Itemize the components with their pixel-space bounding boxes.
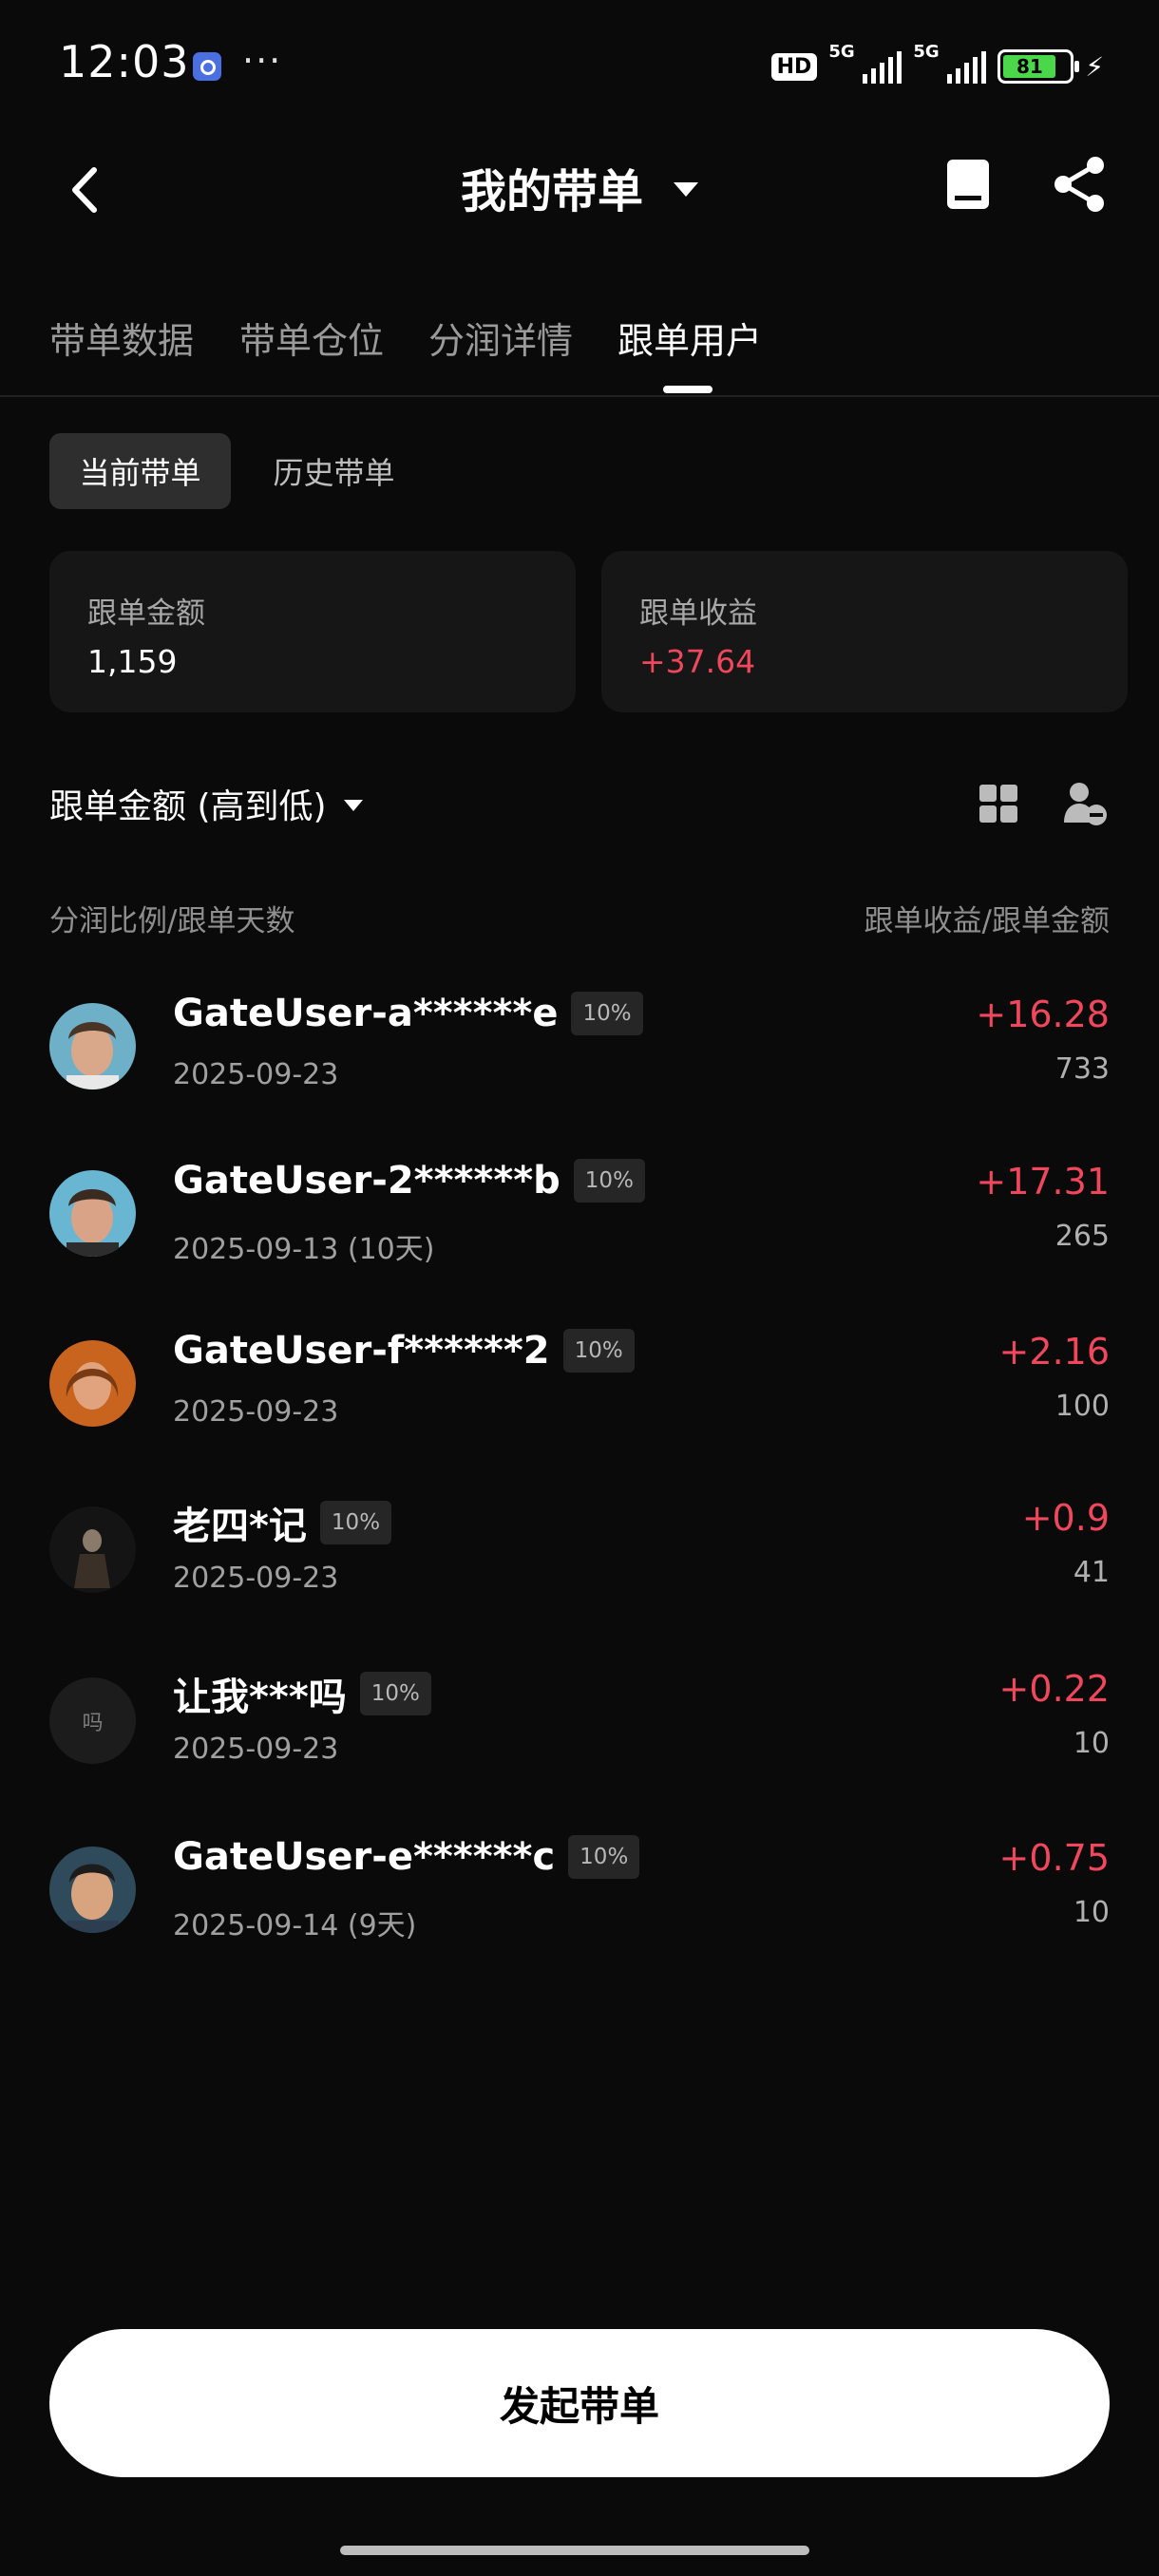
grid-icon [979, 785, 1017, 823]
profit-share-badge: 10% [319, 1501, 392, 1544]
tab-bar: 带单数据 带单仓位 分润详情 跟单用户 [0, 302, 1159, 397]
follower-row[interactable]: GateUser-a******e 10% 2025-09-23 +16.28 … [0, 978, 1159, 1121]
follower-amount: 10 [1073, 1896, 1110, 1929]
sort-label: 跟单金额 (高到低) [49, 787, 327, 826]
battery-icon: 81 [998, 49, 1080, 84]
follower-amount: 733 [1054, 1052, 1110, 1086]
tab-order-data[interactable]: 带单数据 [49, 312, 194, 364]
network-label: 5G [828, 42, 855, 62]
tab-order-positions[interactable]: 带单仓位 [239, 312, 384, 364]
profit-share-badge: 10% [359, 1672, 431, 1715]
charging-icon: ⚡ [1085, 50, 1104, 83]
follower-row[interactable]: GateUser-f******2 10% 2025-09-23 +2.16 1… [0, 1316, 1159, 1458]
follower-profit: +17.31 [976, 1161, 1110, 1203]
follower-name: GateUser-2******b [173, 1159, 560, 1203]
caret-down-icon [343, 800, 363, 811]
signal-icon: 5G [828, 42, 902, 84]
share-button[interactable] [1050, 154, 1111, 215]
top-navigation-bar: 我的带单 [0, 142, 1159, 237]
notification-app-icon [193, 52, 221, 81]
avatar: 吗 [49, 1677, 136, 1764]
follow-date: 2025-09-23 [173, 1058, 339, 1091]
sort-dropdown[interactable]: 跟单金额 (高到低) [49, 779, 363, 828]
follower-profit: +0.75 [998, 1837, 1110, 1879]
copy-amount-value: 1,159 [87, 643, 178, 680]
guide-book-button[interactable] [943, 156, 993, 213]
avatar [49, 1506, 136, 1593]
follow-date: 2025-09-23 [173, 1395, 339, 1429]
book-icon [947, 160, 989, 209]
follower-row[interactable]: GateUser-2******b 10% 2025-09-13 (10天) +… [0, 1146, 1159, 1288]
follower-amount: 100 [1054, 1390, 1110, 1423]
follower-name: GateUser-e******c [173, 1835, 556, 1879]
more-notifications-icon: ··· [242, 40, 283, 82]
page-title: 我的带单 [460, 165, 643, 218]
status-indicators: HD 5G 5G 81 ⚡ [770, 42, 1104, 87]
tab-profit-share-details[interactable]: 分润详情 [428, 312, 573, 364]
follower-amount: 41 [1073, 1556, 1110, 1589]
copy-amount-card: 跟单金额 1,159 [49, 551, 576, 712]
grid-view-button[interactable] [978, 784, 1018, 824]
user-remove-icon [1064, 783, 1107, 825]
follow-date: 2025-09-23 [173, 1733, 339, 1766]
segment-current-orders[interactable]: 当前带单 [49, 433, 231, 509]
copy-profit-value: +37.64 [639, 643, 756, 680]
copy-amount-label: 跟单金额 [87, 597, 205, 631]
avatar [49, 1340, 136, 1427]
column-header-left: 分润比例/跟单天数 [49, 904, 295, 938]
follower-name: GateUser-a******e [173, 992, 559, 1035]
follower-name: GateUser-f******2 [173, 1329, 550, 1373]
copy-profit-label: 跟单收益 [639, 597, 757, 631]
follower-amount: 265 [1054, 1220, 1110, 1253]
follower-row[interactable]: GateUser-e******c 10% 2025-09-14 (9天) +0… [0, 1822, 1159, 1964]
avatar [49, 1847, 136, 1933]
home-indicator[interactable] [340, 2546, 809, 2555]
share-icon [1054, 157, 1104, 212]
segment-history-orders[interactable]: 历史带单 [251, 433, 417, 509]
follower-name: 老四*记 [173, 1505, 307, 1548]
follower-profit: +0.9 [1021, 1497, 1110, 1539]
status-time: 12:03 [59, 36, 190, 87]
signal-icon-2: 5G [913, 42, 987, 84]
profit-share-badge: 10% [568, 1835, 640, 1879]
profit-share-badge: 10% [573, 1159, 645, 1203]
network-label-2: 5G [913, 42, 940, 62]
follower-name: 让我***吗 [173, 1676, 347, 1719]
follower-row[interactable]: 吗 让我***吗 10% 2025-09-23 +0.22 10 [0, 1653, 1159, 1795]
avatar [49, 1003, 136, 1089]
profit-share-badge: 10% [571, 992, 643, 1035]
status-bar: 12:03 ··· HD 5G 5G 81 ⚡ [0, 0, 1159, 133]
caret-down-icon [674, 181, 698, 197]
remove-follower-button[interactable] [1062, 781, 1108, 826]
tab-followers[interactable]: 跟单用户 [618, 312, 762, 364]
follow-date: 2025-09-14 (9天) [173, 1909, 417, 1942]
follower-profit: +16.28 [976, 994, 1110, 1035]
battery-level: 81 [1003, 55, 1056, 78]
follower-row[interactable]: 老四*记 10% 2025-09-23 +0.9 41 [0, 1482, 1159, 1624]
copy-profit-card: 跟单收益 +37.64 [601, 551, 1128, 712]
follower-profit: +0.22 [998, 1668, 1110, 1710]
start-copy-trading-button[interactable]: 发起带单 [49, 2329, 1110, 2477]
follow-date: 2025-09-23 [173, 1562, 339, 1595]
active-tab-indicator [663, 386, 712, 393]
follower-amount: 10 [1073, 1727, 1110, 1760]
column-header-right: 跟单收益/跟单金额 [864, 904, 1110, 938]
profit-share-badge: 10% [562, 1329, 635, 1373]
avatar [49, 1170, 136, 1257]
follow-date: 2025-09-13 (10天) [173, 1233, 435, 1266]
follower-profit: +2.16 [998, 1331, 1110, 1373]
hd-icon: HD [770, 52, 818, 81]
